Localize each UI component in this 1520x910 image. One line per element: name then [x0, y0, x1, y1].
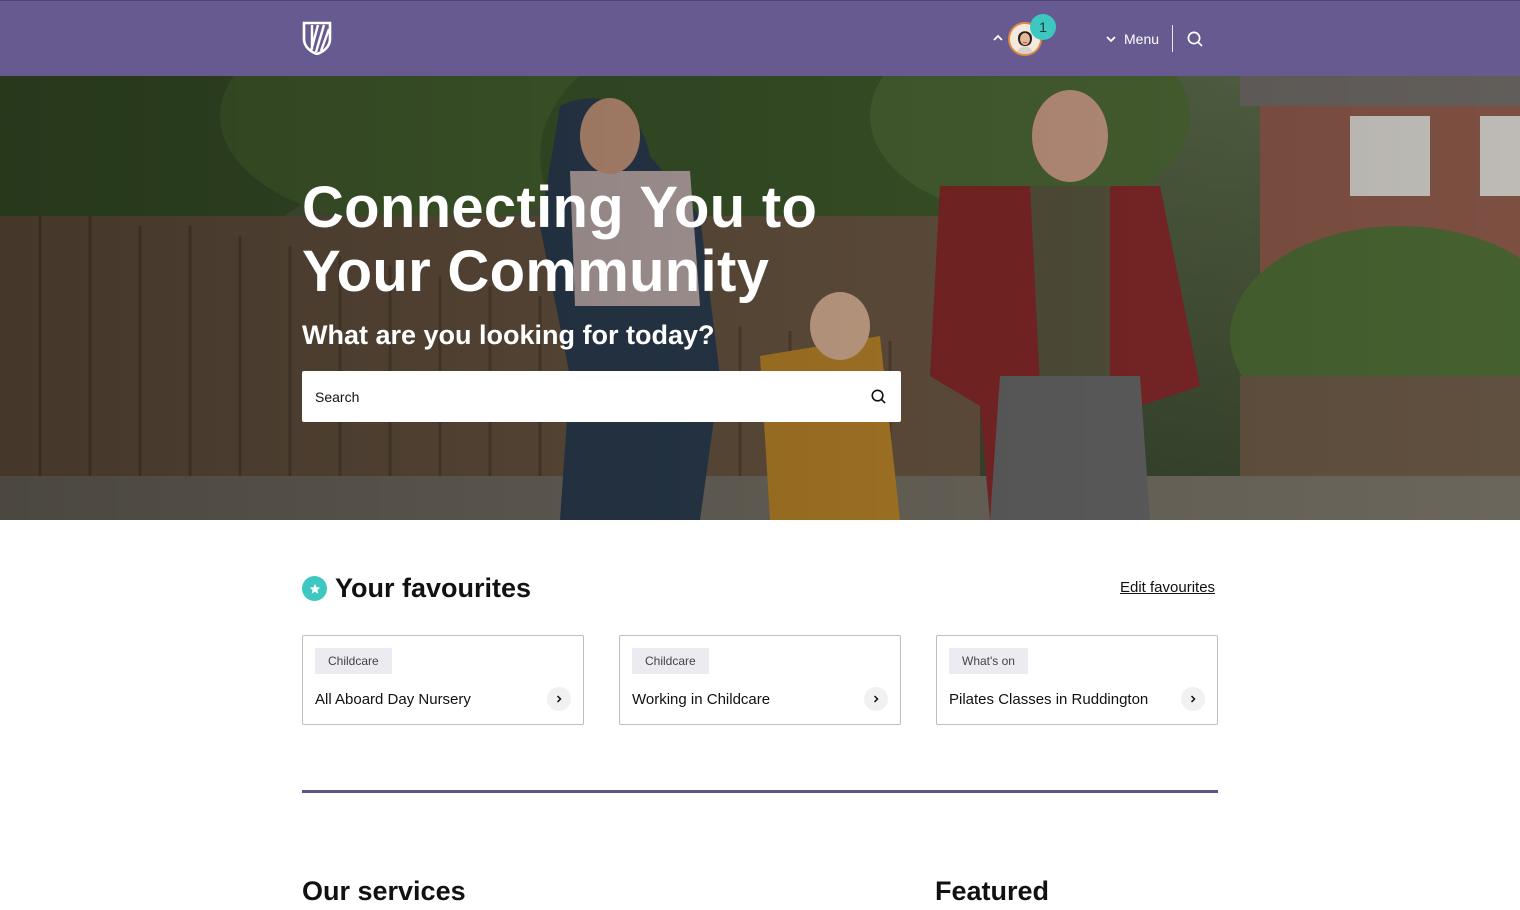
search-icon[interactable]	[870, 388, 887, 405]
chevron-right-icon[interactable]	[547, 687, 571, 711]
hero-search-box	[302, 371, 901, 422]
hero-subtitle: What are you looking for today?	[302, 320, 715, 350]
hero-title: Connecting You to Your Community	[302, 175, 818, 304]
chevron-up-icon[interactable]	[992, 32, 1004, 44]
hero-banner: Connecting You to Your Community What ar…	[0, 76, 1520, 520]
chevron-down-icon	[1106, 36, 1116, 43]
favourite-name: Working in Childcare	[632, 691, 771, 708]
shield-logo-icon[interactable]	[302, 21, 332, 55]
star-icon	[302, 576, 327, 601]
chevron-right-icon[interactable]	[864, 687, 888, 711]
favourite-name: All Aboard Day Nursery	[315, 691, 471, 708]
favourites-title: Your favourites	[335, 573, 532, 603]
chevron-right-icon[interactable]	[1181, 687, 1205, 711]
services-title: Our services	[302, 876, 466, 906]
category-tag: Childcare	[315, 648, 392, 674]
edit-favourites-link[interactable]: Edit favourites	[1120, 579, 1215, 596]
favourites-header: Your favourites	[302, 573, 531, 604]
category-tag: What's on	[949, 648, 1028, 674]
favourite-card[interactable]: What's on Pilates Classes in Ruddington	[936, 635, 1218, 725]
header-divider	[1172, 25, 1173, 52]
menu-button[interactable]: Menu	[1104, 28, 1159, 50]
menu-label: Menu	[1124, 31, 1160, 47]
favourite-name: Pilates Classes in Ruddington	[949, 691, 1149, 708]
section-divider	[302, 790, 1218, 793]
favourite-card[interactable]: Childcare Working in Childcare	[619, 635, 901, 725]
notification-badge[interactable]: 1	[1030, 14, 1056, 40]
search-input[interactable]	[302, 371, 842, 422]
featured-title: Featured	[935, 876, 1050, 906]
site-header: 1 Menu	[0, 0, 1520, 76]
category-tag: Childcare	[632, 648, 709, 674]
search-icon[interactable]	[1186, 30, 1204, 48]
favourite-card[interactable]: Childcare All Aboard Day Nursery	[302, 635, 584, 725]
